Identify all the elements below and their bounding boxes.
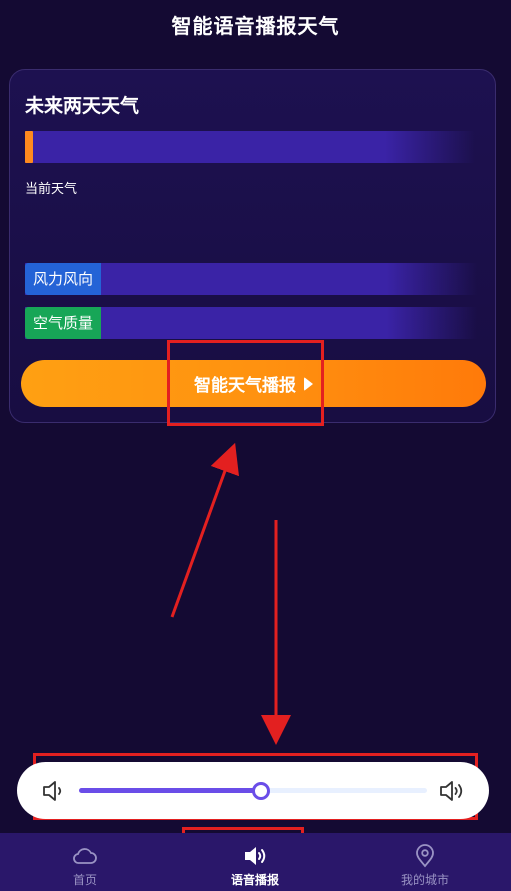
tab-my-city-label: 我的城市 (400, 873, 449, 887)
air-quality-bar: 空气质量 (25, 307, 477, 339)
tab-voice-broadcast-label: 语音播报 (230, 873, 279, 887)
annotation-box-broadcast (167, 340, 324, 426)
arrow-up-to-button (170, 442, 239, 618)
volume-control (17, 762, 489, 819)
location-pin-icon (416, 844, 434, 868)
volume-low-icon[interactable] (40, 778, 66, 804)
wind-tag: 风力风向 (25, 263, 102, 295)
volume-thumb[interactable] (251, 782, 270, 800)
volume-fill (79, 788, 260, 793)
tab-voice-broadcast[interactable]: 语音播报 (170, 833, 340, 891)
speaker-icon (245, 847, 266, 865)
tab-home-label: 首页 (72, 873, 97, 887)
volume-slider[interactable] (79, 782, 427, 800)
volume-high-icon[interactable] (438, 778, 464, 804)
current-weather-bar (25, 131, 475, 163)
bottom-tab-bar: 首页 语音播报 我的城市 (0, 833, 511, 891)
tab-my-city[interactable]: 我的城市 (340, 833, 510, 891)
air-quality-tag: 空气质量 (25, 307, 102, 339)
current-weather-label: 当前天气 (25, 182, 78, 197)
tab-home[interactable]: 首页 (0, 833, 170, 891)
current-weather-accent (25, 131, 33, 163)
wind-bar: 风力风向 (25, 263, 477, 295)
page-title: 智能语音播报天气 (171, 14, 340, 38)
forecast-title: 未来两天天气 (25, 95, 140, 117)
cloud-icon (73, 848, 97, 864)
